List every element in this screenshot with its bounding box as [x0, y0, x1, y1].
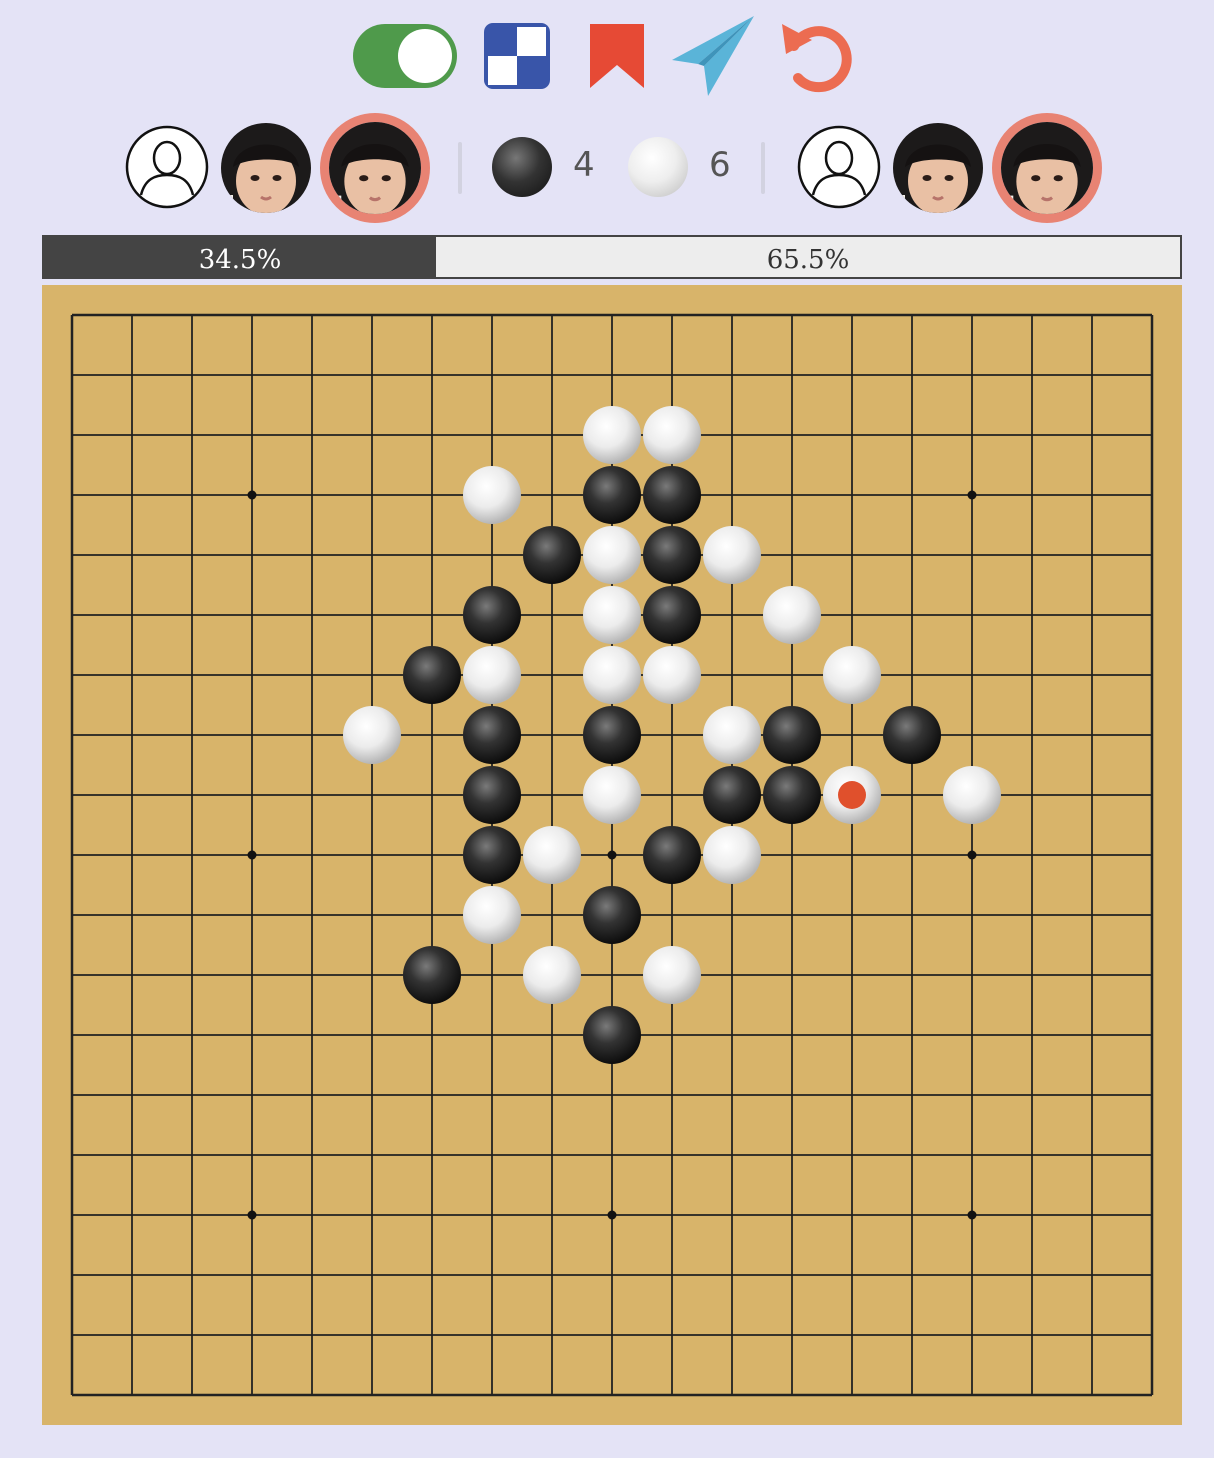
board-pattern-icon[interactable]	[480, 14, 554, 98]
white-stone	[583, 526, 641, 584]
player-white-default-avatar[interactable]	[797, 125, 881, 214]
white-stone	[583, 586, 641, 644]
star-point	[967, 850, 977, 860]
bookmark-icon[interactable]	[584, 14, 650, 98]
black-stone	[403, 646, 461, 704]
star-point	[607, 850, 617, 860]
divider-right	[761, 142, 765, 194]
black-stone	[583, 466, 641, 524]
black-stone	[643, 526, 701, 584]
player-black-default-avatar[interactable]	[125, 125, 209, 214]
black-stone	[583, 706, 641, 764]
black-stone	[883, 706, 941, 764]
black-stone	[703, 766, 761, 824]
user-outline-icon	[125, 125, 209, 209]
white-stone	[583, 406, 641, 464]
white-stone	[523, 946, 581, 1004]
board-grid[interactable]	[42, 285, 1182, 1425]
baby-photo-icon	[329, 122, 421, 214]
black-stone	[463, 826, 521, 884]
player-black-photo-avatar[interactable]	[221, 123, 311, 213]
toolbar	[0, 14, 1214, 98]
star-point	[247, 1210, 257, 1220]
white-stone	[583, 646, 641, 704]
white-stone-icon	[628, 137, 688, 197]
white-stone	[583, 766, 641, 824]
white-stone	[943, 766, 1001, 824]
black-stone	[643, 826, 701, 884]
white-stone	[643, 946, 701, 1004]
white-stone	[643, 646, 701, 704]
send-icon[interactable]	[668, 14, 758, 98]
win-rate-bar: 34.5% 65.5%	[42, 235, 1182, 279]
white-stone	[643, 406, 701, 464]
player-white-photo-avatar[interactable]	[893, 123, 983, 213]
active-photo	[1001, 122, 1093, 214]
baby-photo-icon	[221, 123, 311, 213]
star-point	[607, 1210, 617, 1220]
black-stone	[403, 946, 461, 1004]
star-point	[967, 490, 977, 500]
white-stone	[463, 886, 521, 944]
black-stone-icon	[492, 137, 552, 197]
white-stone	[763, 586, 821, 644]
white-stone	[523, 826, 581, 884]
white-win-rate-label: 65.5%	[766, 245, 850, 275]
divider-left	[458, 142, 462, 194]
black-stone	[583, 1006, 641, 1064]
black-stone	[643, 586, 701, 644]
white-stone	[703, 706, 761, 764]
white-stone	[343, 706, 401, 764]
star-point	[967, 1210, 977, 1220]
black-stone	[763, 766, 821, 824]
player-black-active-avatar[interactable]	[320, 113, 430, 223]
white-stone	[463, 646, 521, 704]
last-move-marker	[838, 781, 866, 809]
black-stone	[523, 526, 581, 584]
black-win-rate-label: 34.5%	[198, 245, 282, 275]
players-row: 4 6	[0, 110, 1214, 226]
user-outline-icon	[797, 125, 881, 209]
white-count: 6	[709, 145, 731, 185]
black-stone	[583, 886, 641, 944]
black-stone	[463, 766, 521, 824]
toggle-switch-icon[interactable]	[350, 14, 460, 98]
active-photo	[329, 122, 421, 214]
player-white-active-avatar[interactable]	[992, 113, 1102, 223]
white-stone	[823, 646, 881, 704]
white-stone	[703, 526, 761, 584]
black-stone	[463, 586, 521, 644]
black-stone	[643, 466, 701, 524]
black-stone	[763, 706, 821, 764]
black-count: 4	[573, 145, 595, 185]
black-stone	[463, 706, 521, 764]
white-stone	[703, 826, 761, 884]
star-point	[247, 850, 257, 860]
baby-photo-icon	[893, 123, 983, 213]
star-point	[247, 490, 257, 500]
go-board[interactable]	[42, 285, 1182, 1425]
undo-icon[interactable]	[774, 14, 858, 98]
white-stone	[463, 466, 521, 524]
baby-photo-icon	[1001, 122, 1093, 214]
